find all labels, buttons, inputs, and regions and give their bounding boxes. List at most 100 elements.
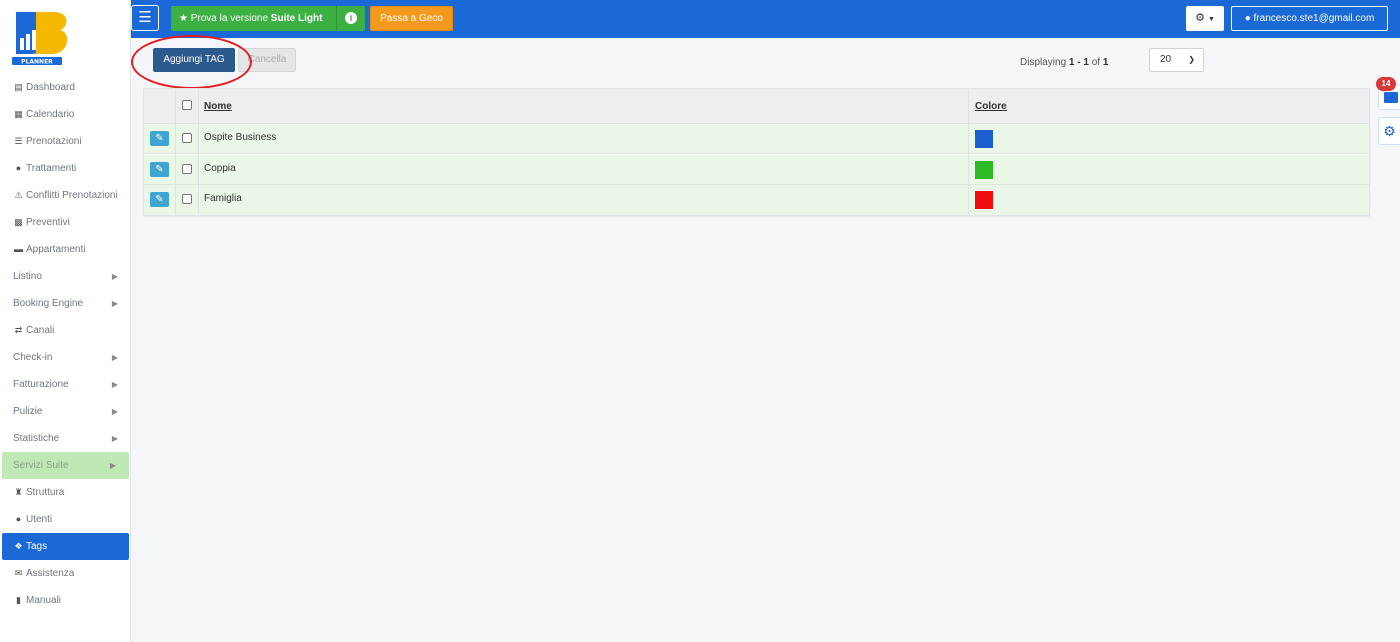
top-bar: ☰ ★ Prova la versione Suite Light i Pass… [131, 0, 1400, 38]
sidebar-item-label: Trattamenti [26, 163, 77, 174]
sidebar-item-label: Booking Engine [13, 298, 84, 309]
row-checkbox[interactable] [182, 194, 192, 204]
column-header-nome[interactable]: Nome [204, 101, 232, 112]
caret-right-icon: ▶ [111, 353, 118, 362]
sidebar-item-dashboard[interactable]: ▤ Dashboard [0, 74, 131, 101]
edit-icon[interactable]: ✎ [150, 131, 169, 146]
svg-text:PLANNER: PLANNER [21, 59, 53, 66]
tag-color-swatch [975, 191, 993, 209]
sidebar-item-label: Struttura [26, 487, 65, 498]
column-divider [175, 89, 176, 215]
pagination-info: Displaying 1 - 1 of 1 [1020, 57, 1108, 68]
sidebar-nav: ▤ Dashboard ▦ Calendario ☰ Prenotazioni ● Tr… [0, 74, 131, 614]
sidebar-item-label: Check-in [13, 352, 53, 363]
caret-down-icon: ▼ [1208, 16, 1215, 23]
tags-icon: ❖ [14, 541, 23, 551]
sidebar-item-listino[interactable]: Listino ▶ [0, 263, 131, 290]
sidebar-item-label: Manuali [26, 595, 62, 606]
sidebar-item-manuali[interactable]: ▮ Manuali [0, 587, 131, 614]
sidebar-item-utenti[interactable]: ● Utenti [0, 506, 131, 533]
castle-icon: ♜ [14, 487, 23, 497]
gear-icon: ⚙ [1195, 12, 1205, 24]
settings-dropdown-button[interactable]: ⚙ ▼ [1186, 6, 1224, 31]
gears-icon: ⚙ [1383, 123, 1396, 139]
sidebar-item-label: Calendario [26, 109, 75, 120]
sidebar-item-servizi-suite[interactable]: Servizi Suite ▶ [2, 452, 129, 479]
try-bold: Suite Light [270, 13, 323, 24]
page-size-value: 20 [1160, 54, 1172, 65]
info-icon[interactable]: i [345, 12, 357, 24]
sidebar-item-fatturazione[interactable]: Fatturazione ▶ [0, 371, 131, 398]
book-icon: ▮ [16, 595, 21, 605]
edit-icon[interactable]: ✎ [150, 162, 169, 177]
displaying-prefix: Displaying [1020, 57, 1069, 68]
displaying-total: 1 [1102, 57, 1109, 68]
shuffle-icon: ⇄ [14, 325, 23, 335]
sidebar-item-conflitti-prenotazioni[interactable]: ⚠ Conflitti Prenotazioni [0, 182, 131, 209]
star-icon: ★ [179, 13, 191, 24]
sidebar-item-label: Preventivi [26, 217, 70, 228]
sidebar-item-label: Servizi Suite [13, 460, 69, 471]
add-tag-button[interactable]: Aggiungi TAG [153, 48, 235, 72]
sidebar-item-label: Dashboard [26, 82, 75, 93]
sidebar-item-calendario[interactable]: ▦ Calendario [0, 101, 131, 128]
user-email: francesco.ste1@gmail.com [1253, 13, 1375, 24]
tags-table: Nome Colore ✎ Ospite Business ✎ Coppia ✎… [143, 88, 1370, 216]
caret-right-icon: ▶ [111, 272, 118, 281]
sidebar: PLANNER ▤ Dashboard ▦ Calendario ☰ Prenotaz… [0, 0, 131, 642]
settings-side-button[interactable]: ⚙ [1378, 117, 1400, 145]
calendar-icon: ▦ [14, 109, 23, 119]
column-divider [968, 89, 969, 215]
sidebar-item-appartamenti[interactable]: ▬ Appartamenti [0, 236, 131, 263]
bed-icon: ▬ [14, 244, 23, 254]
try-prefix: Prova la versione [190, 13, 271, 24]
caret-right-icon: ▶ [111, 380, 118, 389]
sidebar-item-label: Listino [13, 271, 42, 282]
sidebar-item-tags[interactable]: ❖ Tags [2, 533, 129, 560]
bb-planner-logo[interactable]: PLANNER [10, 8, 70, 68]
edit-icon[interactable]: ✎ [150, 192, 169, 207]
select-all-checkbox[interactable] [182, 100, 192, 110]
sidebar-item-booking-engine[interactable]: Booking Engine ▶ [0, 290, 131, 317]
table-row: ✎ Coppia [144, 155, 1369, 185]
try-suite-light-button[interactable]: ★ Prova la versione Suite Light i [171, 6, 365, 31]
page-size-select[interactable]: 20 ❯ [1149, 48, 1204, 72]
sidebar-item-canali[interactable]: ⇄ Canali [0, 317, 131, 344]
list-icon: ☰ [14, 136, 23, 146]
tag-name: Famiglia [204, 193, 242, 204]
sidebar-item-trattamenti[interactable]: ● Trattamenti [0, 155, 131, 182]
delete-button[interactable]: Cancella [238, 48, 296, 72]
table-header: Nome Colore [144, 89, 1369, 124]
sidebar-item-assistenza[interactable]: ✉ Assistenza [0, 560, 131, 587]
sidebar-item-label: Conflitti Prenotazioni [26, 190, 118, 201]
monitor-icon: ▤ [14, 82, 23, 92]
sidebar-item-struttura[interactable]: ♜ Struttura [0, 479, 131, 506]
menu-toggle-button[interactable]: ☰ [131, 5, 159, 31]
sidebar-item-prenotazioni[interactable]: ☰ Prenotazioni [0, 128, 131, 155]
hamburger-icon: ☰ [138, 9, 152, 26]
sidebar-item-label: Appartamenti [26, 244, 86, 255]
user-account-button[interactable]: ● francesco.ste1@gmail.com [1231, 6, 1388, 31]
apple-icon: ● [15, 163, 22, 173]
user-icon: ● [15, 514, 22, 524]
column-header-colore[interactable]: Colore [975, 101, 1007, 112]
row-checkbox[interactable] [182, 133, 192, 143]
user-icon: ● [1244, 13, 1254, 24]
sidebar-item-preventivi[interactable]: ▩ Preventivi [0, 209, 131, 236]
row-checkbox[interactable] [182, 164, 192, 174]
sidebar-item-check-in[interactable]: Check-in ▶ [0, 344, 131, 371]
try-suite-light-label: ★ Prova la versione Suite Light [179, 6, 322, 31]
sidebar-item-statistiche[interactable]: Statistiche ▶ [0, 425, 131, 452]
tag-color-swatch [975, 161, 993, 179]
sidebar-item-label: Fatturazione [13, 379, 69, 390]
calculator-icon: ▩ [14, 217, 23, 227]
column-divider [198, 89, 199, 215]
switch-to-geco-button[interactable]: Passa a Geco [370, 6, 453, 31]
displaying-range: 1 - 1 [1068, 57, 1089, 68]
caret-right-icon: ▶ [111, 407, 118, 416]
envelope-icon [1384, 92, 1398, 103]
sidebar-item-label: Prenotazioni [26, 136, 82, 147]
caret-right-icon: ▶ [111, 299, 118, 308]
tag-name: Ospite Business [204, 132, 277, 143]
sidebar-item-pulizie[interactable]: Pulizie ▶ [0, 398, 131, 425]
